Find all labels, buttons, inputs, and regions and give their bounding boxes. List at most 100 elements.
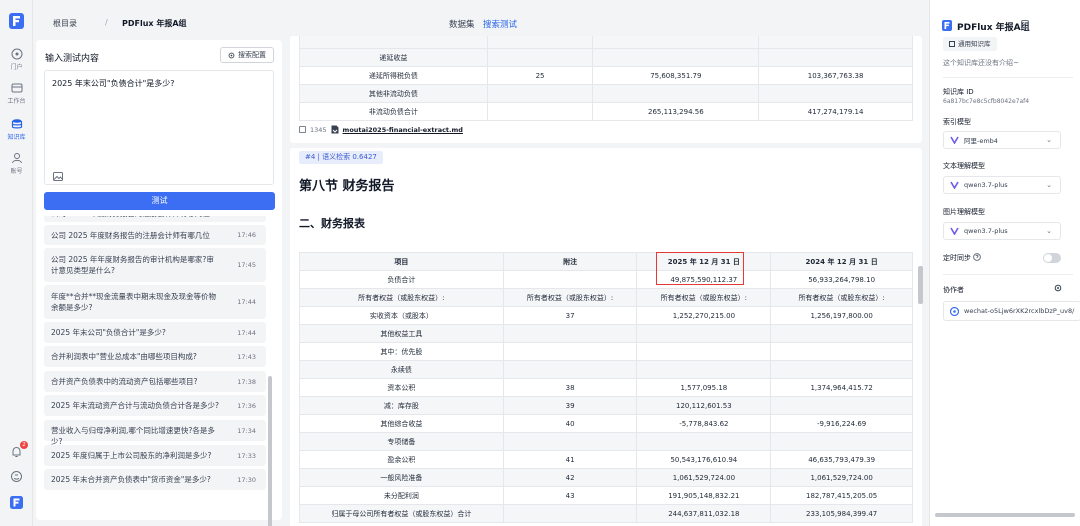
history-item[interactable]: 2025 年末合并资产负债表中"货币资金"是多少? 17:30 <box>44 469 266 490</box>
table-row: 归属于母公司所有者权益（或股东权益）合计 244,637,811,032.18 … <box>299 504 913 523</box>
image-model-value: qwen3.7-plus <box>964 227 1008 235</box>
collaborator-item[interactable]: wechat-o5Ljw6rXK2rcxlbDzP_uv8/ <box>943 301 1080 321</box>
history-question: 2025 年末公司"负债合计"是多少? <box>51 328 166 337</box>
history-item[interactable]: 公司 2025 年度财务报告的注册会计师有哪几位 17:46 <box>44 216 266 222</box>
history-question: 2025 年度归属于上市公司股东的净利润是多少? <box>51 451 212 460</box>
history-question: 年度**合并**现金流量表中期末现金及现金等价物余额是多少? <box>51 292 216 312</box>
query-history-list: 公司 2025 年度财务报告的注册会计师有哪几位 17:46 公司 2025 年… <box>44 216 266 520</box>
search-config-label: 搜索配置 <box>238 51 266 59</box>
table-cell: 1,374,964,415.72 <box>770 378 913 397</box>
help-icon[interactable] <box>973 253 981 261</box>
test-button[interactable]: 测试 <box>44 192 275 210</box>
table-cell <box>486 48 594 67</box>
table-cell: -5,778,843.62 <box>636 414 772 433</box>
chevron-down-icon: ⌄ <box>1046 136 1052 144</box>
history-item[interactable]: 2025 年末流动资产合计与流动负债合计各是多少? 17:36 <box>44 395 266 416</box>
model-icon <box>950 181 959 189</box>
table-row: 未分配利润 43 191,905,148,832.21 182,787,415,… <box>299 486 913 505</box>
rail-item-label: 门户 <box>10 64 23 71</box>
table-row: 其他非流动负债 <box>299 84 913 103</box>
rail-item-knowledge-base[interactable]: 知识库 <box>0 115 33 143</box>
image-model-select[interactable]: qwen3.7-plus ⌄ <box>943 222 1061 240</box>
table-cell: 盈余公积 <box>299 450 504 469</box>
table-row: 盈余公积 41 50,543,176,610.94 46,635,793,479… <box>299 450 913 469</box>
table-row: 专项储备 <box>299 432 913 451</box>
history-item[interactable]: 营业收入与归母净利润,哪个同比增速更快?各是多少? 17:34 <box>44 420 266 446</box>
query-input[interactable]: 2025 年末公司"负债合计"是多少? <box>44 70 274 185</box>
table-cell <box>502 342 638 361</box>
result-card: ​ 递延收益 递延所得税负债 25 75,608,351.79 103,367,… <box>290 36 922 143</box>
history-time: 17:30 <box>237 475 256 484</box>
kb-id-value: 6a817bc7e8c5cfb8042e7af4 <box>943 98 1030 105</box>
text-model-select[interactable]: qwen3.7-plus ⌄ <box>943 176 1061 194</box>
table-cell: 减：库存股 <box>299 396 504 415</box>
kb-type-chip: 通用知识库 <box>943 37 997 51</box>
table-cell: 41 <box>502 450 638 469</box>
breadcrumb-root[interactable]: 根目录 <box>53 18 77 29</box>
result-table: 项目 附注 2025 年 12 月 31 日 2024 年 12 月 31 日 … <box>299 252 913 523</box>
table-header-cell: 2024 年 12 月 31 日 <box>770 252 913 271</box>
table-cell: ​ <box>299 36 488 49</box>
table-cell: 244,637,811,032.18 <box>636 504 772 523</box>
copy-icon <box>299 126 306 133</box>
result-meta: 1345 moutai2025-financial-extract.md <box>299 125 463 134</box>
table-cell <box>636 342 772 361</box>
history-time: 17:44 <box>237 298 256 306</box>
tab-search-test[interactable]: 搜索测试 <box>483 18 517 30</box>
table-cell: 1,256,197,800.00 <box>770 306 913 325</box>
history-item[interactable]: 2025 年度归属于上市公司股东的净利润是多少? 17:33 <box>44 445 266 466</box>
table-cell <box>770 360 913 379</box>
edit-icon[interactable] <box>1021 20 1029 28</box>
table-header-cell: 附注 <box>502 252 638 271</box>
image-upload-icon[interactable] <box>53 172 63 181</box>
text-model-label: 文本理解模型 <box>943 162 985 170</box>
query-text[interactable]: 2025 年末公司"负债合计"是多少? <box>52 78 175 89</box>
wechat-icon <box>950 306 959 316</box>
kb-description: 这个知识库还没有介绍~ <box>943 59 1019 67</box>
gear-icon[interactable] <box>1054 284 1062 292</box>
history-item[interactable]: 合并利润表中"营业总成本"由哪些项目构成? 17:43 <box>44 346 266 367</box>
app-logo-icon[interactable] <box>9 13 24 29</box>
history-time: 17:36 <box>237 401 256 410</box>
history-item[interactable]: 年度**合并**现金流量表中期末现金及现金等价物余额是多少? 17:44 <box>44 285 266 319</box>
source-file-link[interactable]: moutai2025-financial-extract.md <box>343 126 463 134</box>
database-icon <box>11 119 22 129</box>
divider <box>943 77 1073 78</box>
panel-scrollbar[interactable] <box>935 513 1075 517</box>
table-cell <box>636 324 772 343</box>
table-cell: 其中：优先股 <box>299 342 504 361</box>
sync-toggle[interactable] <box>1043 253 1061 263</box>
github-icon[interactable] <box>10 470 23 483</box>
rail-item-account[interactable]: 账号 <box>0 152 33 175</box>
table-cell: 42 <box>502 468 638 487</box>
rail-item-portal[interactable]: 门户 <box>0 48 33 71</box>
divider <box>943 274 1073 275</box>
rail-item-workbench[interactable]: 工作台 <box>0 82 33 105</box>
history-item[interactable]: 公司 2025 年年度财务报告的审计机构是哪家?审计意见类型是什么? 17:45 <box>44 248 266 282</box>
history-item[interactable]: 2025 年末公司"负债合计"是多少? 17:44 <box>44 322 266 343</box>
table-row: 其他权益工具 <box>299 324 913 343</box>
history-time: 17:46 <box>237 231 256 239</box>
tab-dataset[interactable]: 数据集 <box>449 18 475 30</box>
workbench-icon <box>11 83 22 93</box>
table-cell: 75,608,351.79 <box>592 66 760 85</box>
table-cell: 50,543,176,610.94 <box>636 450 772 469</box>
table-cell <box>758 48 913 67</box>
results-scrollbar[interactable] <box>918 266 923 304</box>
table-cell <box>502 504 638 523</box>
index-model-value: 阿里-emb4 <box>964 137 998 145</box>
kb-title: PDFlux 年报A组 <box>957 23 1030 33</box>
search-config-button[interactable]: 搜索配置 <box>220 47 274 63</box>
history-scrollbar[interactable] <box>268 376 272 526</box>
history-item[interactable]: 合并资产负债表中的流动资产包括哪些项目? 17:38 <box>44 371 266 392</box>
table-cell: 未分配利润 <box>299 486 504 505</box>
model-icon <box>950 227 959 235</box>
history-time: 17:43 <box>237 352 256 361</box>
table-cell <box>758 84 913 103</box>
history-time: 17:33 <box>237 451 256 460</box>
history-item[interactable]: 公司 2025 年度财务报告的注册会计师有哪几位 17:46 <box>44 225 266 245</box>
index-model-select[interactable]: 阿里-emb4 ⌄ <box>943 131 1061 149</box>
history-question: 公司 2025 年年度财务报告的审计机构是哪家?审计意见类型是什么? <box>51 255 214 275</box>
sync-label: 定时同步 <box>943 254 971 262</box>
table-cell: 1,061,529,724.00 <box>770 468 913 487</box>
